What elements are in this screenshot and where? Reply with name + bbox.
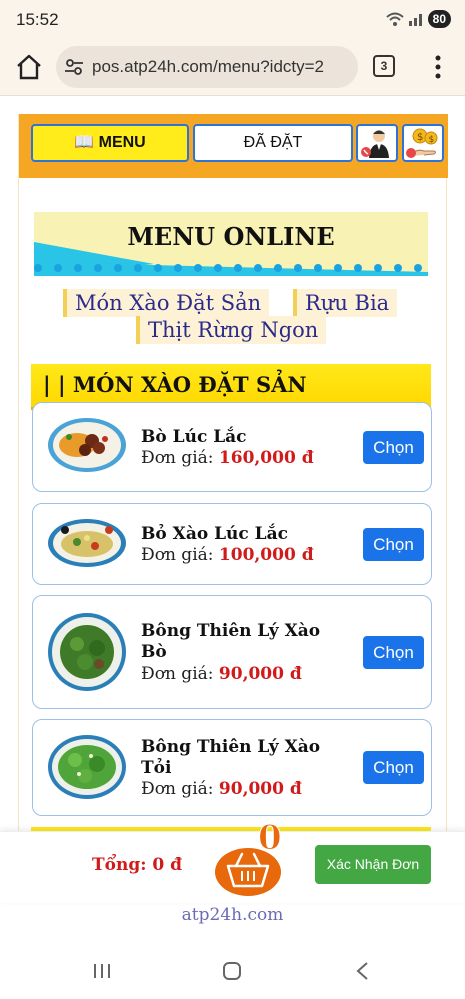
choose-button[interactable]: Chọn	[363, 751, 424, 784]
price-label: Đơn giá:	[141, 664, 214, 684]
price-label: Đơn giá:	[141, 545, 214, 565]
confirm-order-button[interactable]: Xác Nhận Đơn	[315, 845, 431, 884]
call-waiter-button[interactable]	[356, 124, 398, 162]
back-icon[interactable]	[355, 961, 369, 981]
item-price-row: Đơn giá: 90,000 đ	[141, 664, 302, 684]
cart-bar: Tổng: 0 đ 0 Xác Nhận Đơn	[0, 818, 465, 903]
item-name: Bò Lúc Lắc	[141, 427, 247, 447]
svg-text:$: $	[429, 135, 435, 145]
payment-button[interactable]: $ $	[402, 124, 444, 162]
waiter-icon	[361, 130, 389, 158]
menu-container: 📖 MENU ĐÃ ĐẶT $ $ MENU ONLINE Món Xào Đặ…	[18, 114, 448, 831]
item-name: Bông Thiên Lý Xào Tỏi	[141, 737, 321, 778]
choose-button[interactable]: Chọn	[363, 431, 424, 464]
tab-switcher-button[interactable]: 3	[373, 55, 395, 77]
payment-icon: $ $	[406, 128, 438, 158]
browser-toolbar: pos.atp24h.com/menu?idcty=2 3	[0, 40, 465, 96]
item-price-row: Đơn giá: 90,000 đ	[141, 779, 302, 799]
page-content: 📖 MENU ĐÃ ĐẶT $ $ MENU ONLINE Món Xào Đặ…	[0, 96, 465, 831]
recent-apps-icon[interactable]	[92, 962, 112, 980]
dish-image	[48, 735, 126, 799]
category-link-thit-rung[interactable]: Thịt Rừng Ngon	[136, 316, 327, 344]
signal-icon	[408, 14, 422, 26]
footer-brand[interactable]: atp24h.com	[0, 905, 465, 925]
dish-image	[48, 418, 126, 472]
top-nav: 📖 MENU ĐÃ ĐẶT $ $	[19, 114, 448, 178]
item-price-row: Đơn giá: 100,000 đ	[141, 545, 314, 565]
svg-text:$: $	[417, 132, 423, 143]
choose-button[interactable]: Chọn	[363, 528, 424, 561]
choose-button[interactable]: Chọn	[363, 636, 424, 669]
menu-item: Bông Thiên Lý Xào Bò Đơn giá: 90,000 đ C…	[32, 595, 432, 709]
item-name: Bông Thiên Lý Xào Bò	[141, 621, 321, 662]
status-time: 15:52	[16, 10, 59, 29]
banner-title: MENU ONLINE	[127, 222, 335, 251]
menu-item: Bông Thiên Lý Xào Tỏi Đơn giá: 90,000 đ …	[32, 719, 432, 816]
status-bar: 15:52 80	[0, 0, 465, 40]
item-price: 90,000 đ	[218, 779, 302, 799]
category-link-ruu-bia[interactable]: Rựu Bia	[293, 289, 398, 317]
menu-item: Bò Lúc Lắc Đơn giá: 160,000 đ Chọn	[32, 402, 432, 492]
battery-indicator: 80	[427, 10, 451, 28]
cart-count-badge: 0	[258, 818, 283, 859]
dish-image	[48, 519, 126, 567]
item-name: Bỏ Xào Lúc Lắc	[141, 524, 288, 544]
wifi-icon	[385, 12, 404, 26]
system-nav-bar	[0, 940, 465, 999]
more-options-icon[interactable]	[428, 53, 448, 81]
banner-dots	[34, 264, 422, 272]
cart-total: Tổng: 0 đ	[92, 855, 183, 875]
section-title: | | MÓN XÀO ĐẶT SẢN	[43, 372, 307, 397]
price-label: Đơn giá:	[141, 779, 214, 799]
category-link-mon-xao[interactable]: Món Xào Đặt Sản	[63, 289, 270, 317]
item-price: 100,000 đ	[218, 545, 314, 565]
item-price-row: Đơn giá: 160,000 đ	[141, 448, 314, 468]
menu-item: Bỏ Xào Lúc Lắc Đơn giá: 100,000 đ Chọn	[32, 503, 432, 585]
dish-image	[48, 613, 126, 691]
tab-menu[interactable]: 📖 MENU	[31, 124, 189, 162]
url-bar[interactable]: pos.atp24h.com/menu?idcty=2	[56, 46, 358, 88]
home-nav-icon[interactable]	[222, 961, 242, 981]
url-text: pos.atp24h.com/menu?idcty=2	[92, 57, 325, 76]
price-label: Đơn giá:	[141, 448, 214, 468]
item-price: 90,000 đ	[218, 664, 302, 684]
site-settings-icon[interactable]	[64, 57, 84, 77]
home-icon[interactable]	[14, 52, 44, 82]
tab-ordered[interactable]: ĐÃ ĐẶT	[193, 124, 353, 162]
status-icons: 80	[385, 10, 451, 28]
item-price: 160,000 đ	[218, 448, 314, 468]
